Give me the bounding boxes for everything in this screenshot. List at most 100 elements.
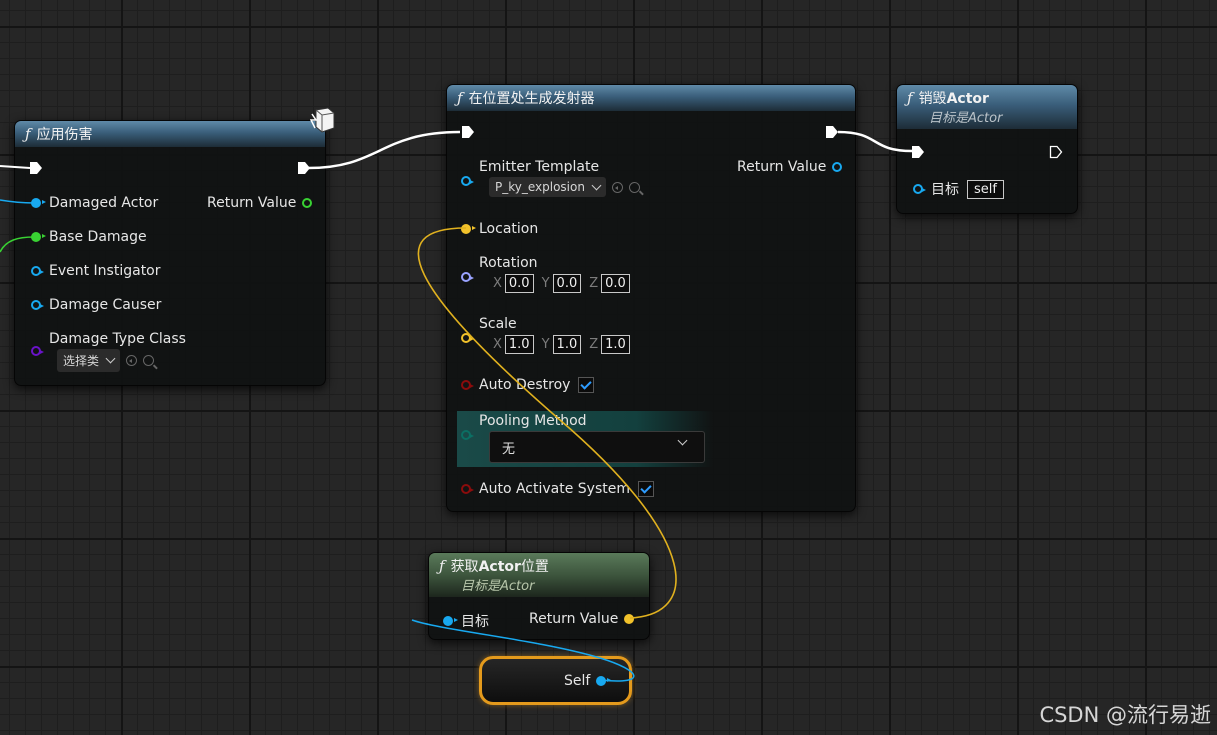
exec-in-pin-icon[interactable] <box>461 125 475 139</box>
search-icon[interactable] <box>628 181 640 193</box>
function-icon: ƒ <box>457 89 463 107</box>
rotation-y-field[interactable]: 0.0 <box>552 274 582 293</box>
get-actor-location-node[interactable]: ƒ 获取Actor位置 目标是Actor 目标 Return Value <box>428 552 650 640</box>
class-picker-dropdown[interactable]: 选择类 <box>57 349 121 372</box>
browse-icon[interactable] <box>611 181 623 193</box>
pin-label: Damaged Actor <box>49 195 159 211</box>
pooling-method-value: 无 <box>502 442 516 457</box>
object-pin-icon[interactable] <box>443 616 458 626</box>
float-pin-icon[interactable] <box>31 232 46 242</box>
get-location-title-suffix: 位置 <box>520 559 549 575</box>
self-output-pin[interactable]: Self <box>564 673 612 689</box>
get-location-title-prefix: 获取 <box>450 559 479 575</box>
object-return-pin-icon[interactable] <box>832 162 843 172</box>
auto-activate-checkbox[interactable] <box>638 481 654 497</box>
pin-rotation[interactable]: Rotation <box>461 255 538 282</box>
object-pin-icon[interactable] <box>461 176 474 186</box>
browse-icon[interactable] <box>126 355 138 366</box>
destroy-target-field[interactable]: self <box>967 179 1004 199</box>
destroy-actor-header[interactable]: ƒ 销毁Actor 目标是Actor <box>897 85 1077 129</box>
pin-label: Location <box>479 221 539 237</box>
vector-pin-icon[interactable] <box>461 224 476 234</box>
pin-damage-type-class[interactable]: Damage Type Class <box>31 331 186 356</box>
scale-x-field[interactable]: 1.0 <box>504 335 534 354</box>
emitter-template-dropdown[interactable]: P_ky_explosion <box>489 177 606 197</box>
pin-return-value[interactable]: Return Value <box>207 195 313 211</box>
pin-get-location-target[interactable]: 目标 <box>443 611 489 631</box>
scale-fields: X 1.0 Y 1.0 Z 1.0 <box>485 335 630 354</box>
pin-auto-activate-system[interactable]: Auto Activate System <box>461 481 654 497</box>
bool-pin-icon[interactable] <box>461 484 474 494</box>
pin-emitter-template[interactable]: Emitter Template <box>461 159 600 186</box>
pin-emitter-return-value[interactable]: Return Value <box>737 159 843 175</box>
destroy-actor-subtitle-prefix: 目标是 <box>929 111 969 126</box>
vector-return-pin-icon[interactable] <box>624 614 635 624</box>
get-actor-location-header[interactable]: ƒ 获取Actor位置 目标是Actor <box>429 553 649 597</box>
axis-y-label: Y <box>541 276 550 291</box>
apply-damage-node[interactable]: ƒ 应用伤害 Damaged Actor Return Value Base Da… <box>14 120 326 386</box>
scale-z-field[interactable]: 1.0 <box>601 335 630 354</box>
pin-damaged-actor[interactable]: Damaged Actor <box>31 195 158 211</box>
axis-x-label: X <box>493 276 502 291</box>
function-icon: ƒ <box>907 89 913 107</box>
pin-scale[interactable]: Scale <box>461 316 517 343</box>
exec-out-pin-icon[interactable] <box>825 125 839 139</box>
spawn-emitter-title: 在位置处生成发射器 <box>468 91 595 107</box>
spawn-emitter-header[interactable]: ƒ 在位置处生成发射器 <box>447 85 855 111</box>
pin-location[interactable]: Location <box>461 221 538 237</box>
watermark: CSDN @流行易逝 <box>1039 703 1211 727</box>
pin-event-instigator[interactable]: Event Instigator <box>31 263 161 279</box>
pin-destroy-target[interactable]: 目标 self <box>913 179 1004 199</box>
destroy-actor-node[interactable]: ƒ 销毁Actor 目标是Actor 目标 self <box>896 84 1078 214</box>
exec-out-pin-icon[interactable] <box>1049 145 1063 159</box>
apply-damage-header[interactable]: ƒ 应用伤害 <box>15 121 325 147</box>
self-node[interactable]: Self <box>479 656 632 705</box>
exec-in-pin-icon[interactable] <box>911 145 925 159</box>
pin-label: Damage Causer <box>49 297 162 313</box>
chevron-down-icon <box>591 180 602 190</box>
pooling-method-dropdown[interactable]: 无 <box>489 431 705 463</box>
pin-label: Auto Destroy <box>479 377 571 393</box>
exec-in-pin-icon[interactable] <box>29 161 43 175</box>
rotation-fields: X 0.0 Y 0.0 Z 0.0 <box>485 274 630 293</box>
pin-label: Emitter Template <box>479 159 600 175</box>
destroy-actor-title-prefix: 销毁 <box>918 91 947 107</box>
pin-get-location-return[interactable]: Return Value <box>529 611 635 627</box>
destroy-actor-title-bold: Actor <box>946 91 989 107</box>
pin-label: Return Value <box>737 159 827 175</box>
pin-label: Event Instigator <box>49 263 161 279</box>
rotator-pin-icon[interactable] <box>461 272 474 282</box>
emitter-picker-row: P_ky_explosion <box>489 177 640 197</box>
pin-label: Base Damage <box>49 229 147 245</box>
class-pin-icon[interactable] <box>31 346 44 356</box>
exec-out-pin-icon[interactable] <box>297 161 311 175</box>
chevron-down-icon <box>105 353 116 364</box>
pin-label: Pooling Method <box>479 413 587 429</box>
pin-label: Rotation <box>479 255 538 271</box>
bool-return-pin-icon[interactable] <box>302 198 313 208</box>
auto-destroy-checkbox[interactable] <box>578 377 595 393</box>
cube-icon <box>310 107 335 133</box>
rotation-x-field[interactable]: 0.0 <box>504 274 534 293</box>
pin-label: 目标 <box>931 182 959 198</box>
object-pin-icon[interactable] <box>31 300 44 310</box>
enum-pin-icon[interactable] <box>461 430 474 440</box>
bool-pin-icon[interactable] <box>461 380 474 390</box>
pin-label: Scale <box>479 316 517 332</box>
object-pin-icon[interactable] <box>31 266 44 276</box>
object-pin-icon[interactable] <box>913 184 926 194</box>
pin-pooling-method[interactable]: Pooling Method <box>461 413 587 440</box>
vector-pin-icon[interactable] <box>461 333 474 343</box>
pin-auto-destroy[interactable]: Auto Destroy <box>461 377 595 393</box>
pin-damage-causer[interactable]: Damage Causer <box>31 297 161 313</box>
axis-x-label: X <box>493 337 502 352</box>
get-location-subtitle-prefix: 目标是 <box>461 579 501 594</box>
object-pin-icon[interactable] <box>596 676 612 686</box>
scale-y-field[interactable]: 1.0 <box>552 335 582 354</box>
rotation-z-field[interactable]: 0.0 <box>601 274 630 293</box>
spawn-emitter-node[interactable]: ƒ 在位置处生成发射器 Emitter Template P_ky_explosi… <box>446 84 856 512</box>
pin-base-damage[interactable]: Base Damage <box>31 229 147 245</box>
chevron-down-icon <box>677 435 688 446</box>
object-pin-icon[interactable] <box>31 198 46 208</box>
search-icon[interactable] <box>143 355 155 366</box>
